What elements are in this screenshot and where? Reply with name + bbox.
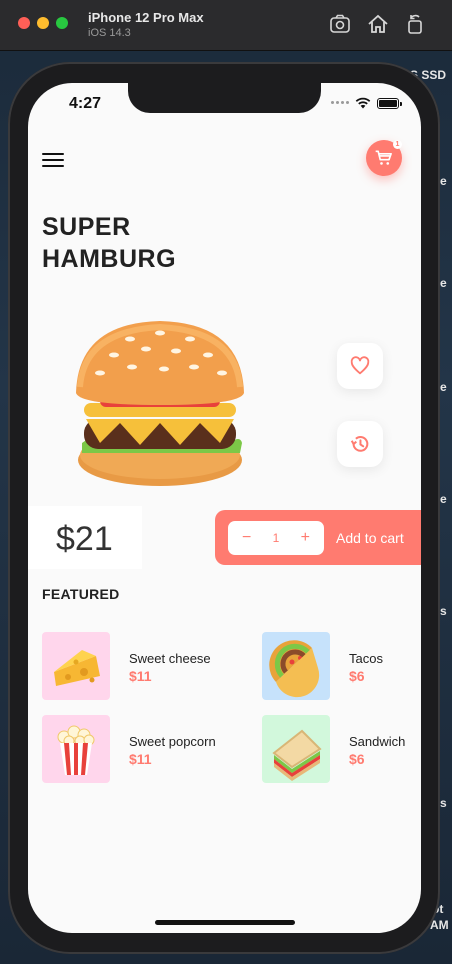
battery-icon	[377, 97, 402, 109]
featured-item[interactable]: Sandwich $6	[262, 715, 421, 783]
history-icon	[350, 436, 369, 452]
heart-icon	[350, 356, 370, 375]
desktop-label: e	[440, 492, 447, 506]
cart-button[interactable]: 1	[366, 140, 402, 176]
item-thumbnail	[42, 632, 110, 700]
rotate-icon[interactable]	[403, 12, 427, 36]
cart-icon	[375, 150, 392, 165]
simulator-os-version: iOS 14.3	[88, 27, 131, 39]
app-screen: 4:27 1 SUPER HAMBURG $21 − 1 + Add to ca…	[28, 83, 421, 933]
simulator-titlebar: iPhone 12 Pro Max iOS 14.3	[0, 0, 452, 51]
screenshot-icon[interactable]	[328, 12, 352, 36]
product-title: SUPER HAMBURG	[42, 213, 177, 273]
history-button[interactable]	[337, 421, 383, 467]
zoom-window-button[interactable]	[56, 17, 68, 29]
item-thumbnail	[262, 715, 330, 783]
quantity-stepper: − 1 +	[228, 521, 324, 555]
item-price: $6	[349, 668, 365, 684]
wifi-icon	[355, 97, 371, 109]
item-name: Sandwich	[349, 734, 406, 749]
status-indicators	[331, 97, 402, 109]
popcorn-icon	[57, 725, 95, 775]
desktop-label: e	[440, 174, 447, 188]
hamburger-image	[76, 321, 244, 486]
quantity-value: 1	[272, 531, 280, 545]
simulator-device-name: iPhone 12 Pro Max	[88, 10, 204, 25]
item-thumbnail	[262, 632, 330, 700]
item-price: $6	[349, 751, 365, 767]
featured-item[interactable]: Sweet cheese $11	[42, 632, 242, 700]
sandwich-icon	[272, 729, 322, 781]
desktop-label: e	[440, 380, 447, 394]
favorite-button[interactable]	[337, 343, 383, 389]
item-thumbnail	[42, 715, 110, 783]
home-icon[interactable]	[366, 12, 390, 36]
item-price: $11	[129, 668, 152, 684]
featured-heading: FEATURED	[42, 586, 120, 602]
home-indicator[interactable]	[155, 920, 295, 925]
item-price: $11	[129, 751, 152, 767]
increment-button[interactable]: +	[301, 530, 310, 546]
cart-count-badge: 1	[393, 140, 402, 149]
close-window-button[interactable]	[18, 17, 30, 29]
item-name: Sweet popcorn	[129, 734, 216, 749]
status-time: 4:27	[69, 95, 102, 112]
cheese-icon	[54, 650, 100, 686]
notch	[128, 83, 321, 113]
featured-item[interactable]: Tacos $6	[262, 632, 421, 700]
decrement-button[interactable]: −	[242, 530, 251, 546]
desktop-label: s	[440, 604, 447, 618]
item-name: Tacos	[349, 651, 383, 666]
featured-item[interactable]: Sweet popcorn $11	[42, 715, 242, 783]
minimize-window-button[interactable]	[37, 17, 49, 29]
taco-icon	[269, 640, 320, 698]
add-to-cart-button[interactable]: Add to cart	[336, 530, 404, 546]
signal-icon	[331, 101, 349, 105]
desktop-label: s	[440, 796, 447, 810]
menu-icon[interactable]	[42, 153, 64, 169]
product-price: $21	[56, 520, 113, 558]
item-name: Sweet cheese	[129, 651, 211, 666]
desktop-label: e	[440, 276, 447, 290]
